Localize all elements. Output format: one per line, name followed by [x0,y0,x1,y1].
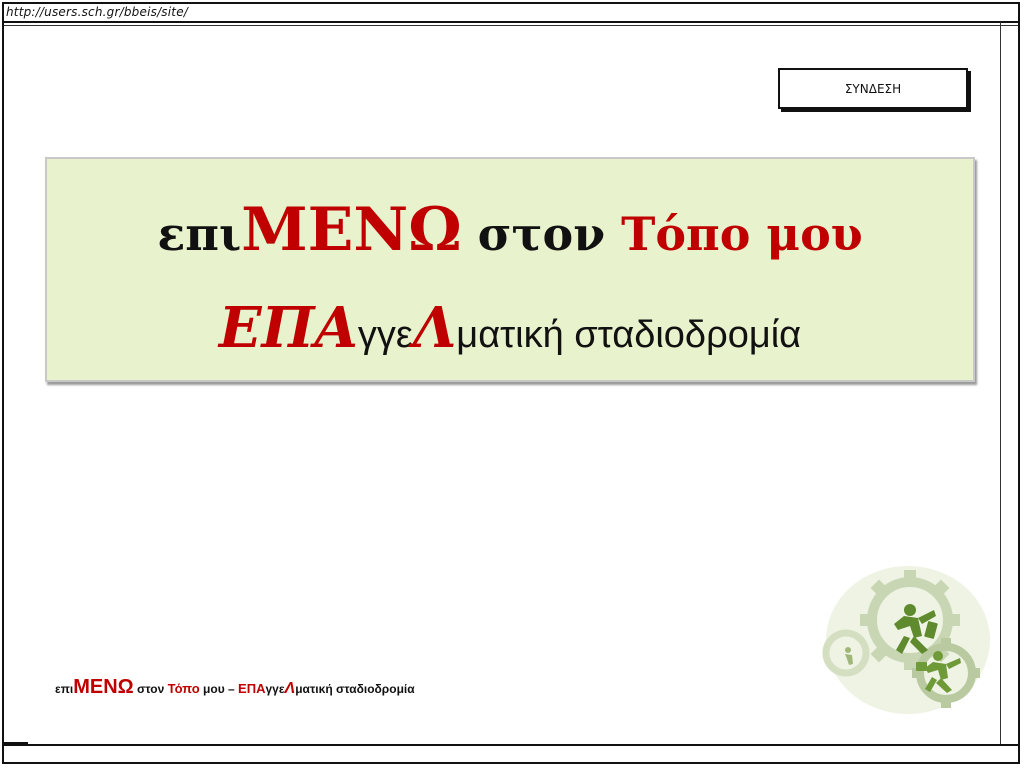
footer-logo-part: ΕΠΑ [238,681,266,696]
footer-logo-part: Λ [284,680,296,697]
divider [4,25,1018,26]
url-text: http://users.sch.gr/bbeis/site/ [6,4,189,19]
footer-logo-part: ματική σταδιοδρομία [295,682,415,696]
banner-subtitle-part: γγε [357,314,413,356]
banner-subtitle-part: ΕΠΑ [218,295,358,361]
footer-logo[interactable]: επιΜΕΝΩ στον Τόπο μου – ΕΠΑγγεΛματική στ… [55,676,415,699]
banner-title-part: επι [157,207,242,261]
divider [4,742,28,744]
banner-title: επιΜΕΝΩ στον Τόπο μου [47,195,973,265]
footer-logo-part: ΜΕΝΩ [73,676,134,698]
banner-title-part: ΜΕΝΩ [241,195,462,265]
site-banner: επιΜΕΝΩ στον Τόπο μου ΕΠΑγγεΛματική σταδ… [45,157,975,382]
login-button[interactable]: ΣΥΝΔΕΣΗ [778,68,968,109]
address-bar[interactable]: http://users.sch.gr/bbeis/site/ [2,2,1020,23]
footer-logo-part: Τόπο [167,681,200,696]
footer-logo-part: επι [55,682,74,696]
banner-subtitle: ΕΠΑγγεΛματική σταδιοδρομία [47,295,973,361]
footer-logo-part: στον [133,682,168,696]
footer-logo-part: μου – [199,682,239,696]
login-button-label: ΣΥΝΔΕΣΗ [844,81,902,96]
banner-title-part: Τόπο μου [621,207,863,261]
banner-title-part: στον [461,207,622,261]
banner-subtitle-part: Λ [412,295,457,361]
scrollbar-track[interactable] [1000,22,1001,744]
divider [4,744,1018,746]
footer-logo-part: γγε [265,682,285,696]
banner-subtitle-part: ματική σταδιοδρομία [456,314,802,356]
gears-with-running-figures-icon [818,558,993,718]
